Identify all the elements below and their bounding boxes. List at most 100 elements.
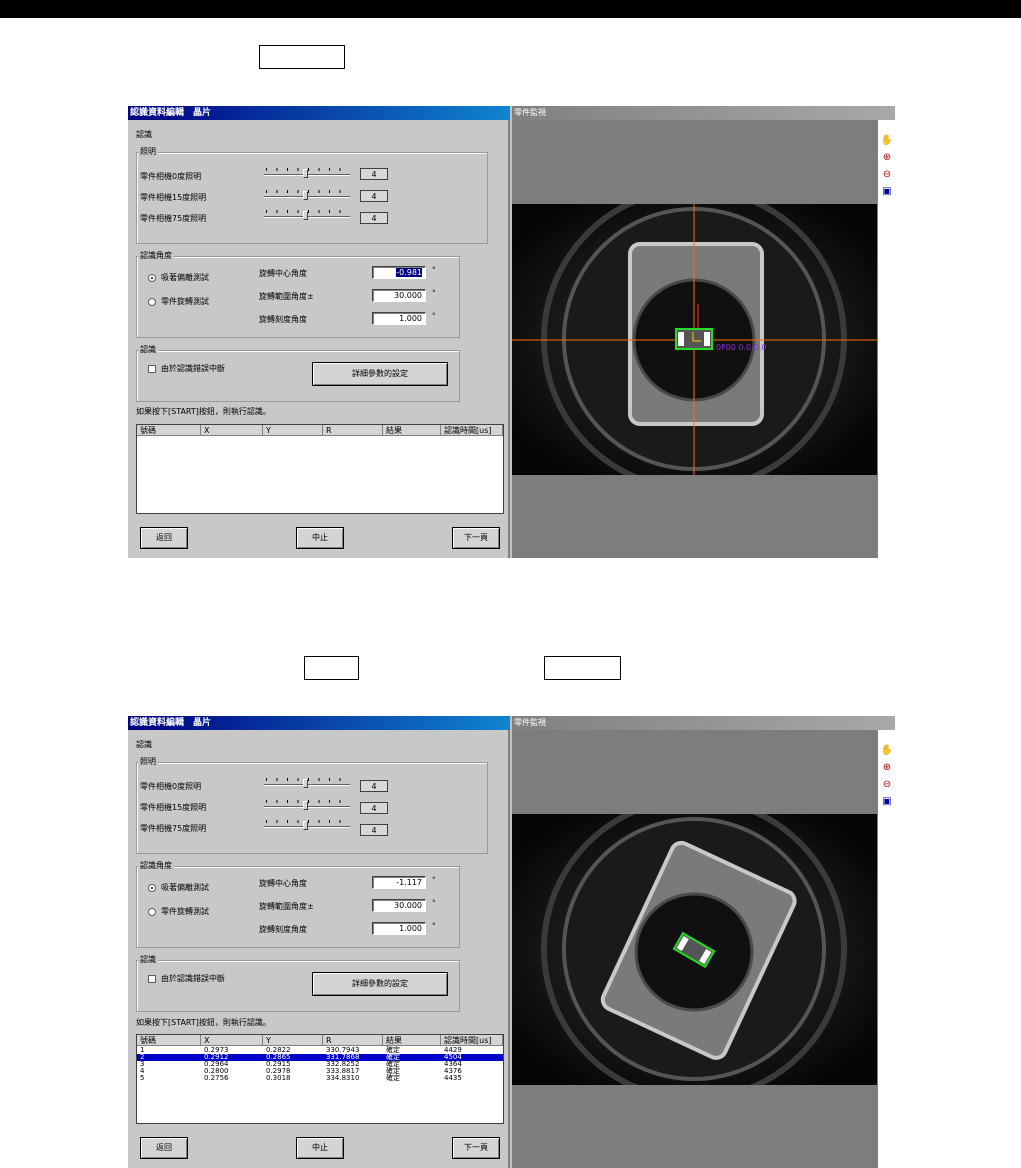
col-time[interactable]: 認識時間[us] [441, 425, 503, 436]
back-button[interactable]: 返回 [140, 527, 188, 549]
lighting-value: 4 [360, 824, 388, 836]
col-r[interactable]: R [323, 425, 383, 436]
stop-button[interactable]: 中止 [296, 527, 344, 549]
overlay-readout: 0F00 0.0 0.0 [716, 343, 767, 352]
back-button[interactable]: 返回 [140, 1137, 188, 1159]
start-hint: 如果按下[START]按鈕，則執行認識。 [136, 1018, 271, 1027]
rot-center-input[interactable]: -1.117 [372, 876, 426, 889]
lighting-slider[interactable] [264, 820, 350, 830]
zoom-in-icon[interactable]: ⊕ [880, 151, 894, 165]
lighting-label: 零件相機75度照明 [140, 824, 207, 833]
abort-on-error-checkbox[interactable] [148, 975, 156, 983]
lighting-slider[interactable] [264, 778, 350, 788]
rot-center-input[interactable]: -0.981 [372, 266, 426, 279]
recognition-edit-panel: 認識資料編輯 晶片 認識 照明 零件相機0度照明 4 零件相機15度照明 4 零… [128, 716, 510, 1168]
radio-rotate-test[interactable] [148, 298, 156, 306]
rot-range-input[interactable]: 30.000 [372, 899, 426, 912]
camera-image: 0F00 0.0 0.0 [512, 204, 877, 475]
lighting-label: 零件相機15度照明 [140, 803, 207, 812]
window-title: 認識資料編輯 晶片 [128, 716, 510, 730]
fit-window-icon[interactable]: ▣ [880, 185, 894, 199]
rot-step-input[interactable]: 1.000 [372, 922, 426, 935]
lighting-group-label: 照明 [138, 147, 158, 157]
view-title: 零件監視 [512, 106, 895, 120]
col-time[interactable]: 認識時間[us] [441, 1035, 503, 1046]
result-list[interactable]: 號碼 X Y R 結果 認識時間[us] [136, 424, 504, 514]
table-row[interactable]: 5 0.2756 0.3018 334.8310 確定 4435 [137, 1075, 503, 1082]
radio-rotate-test[interactable] [148, 908, 156, 916]
radio-pick-test-label: 吸著偏離測試 [161, 273, 209, 282]
col-number[interactable]: 號碼 [137, 425, 201, 436]
rot-center-label: 旋轉中心角度 [259, 879, 307, 888]
rot-center-label: 旋轉中心角度 [259, 269, 307, 278]
col-x[interactable]: X [201, 425, 263, 436]
slider-thumb[interactable] [303, 801, 308, 810]
result-list[interactable]: 號碼 X Y R 結果 認識時間[us] 1 0.2973 0.2822 330… [136, 1034, 504, 1124]
screenshot-recognition-after: 認識資料編輯 晶片 認識 照明 零件相機0度照明 4 零件相機15度照明 4 零… [128, 716, 895, 1168]
slider-thumb[interactable] [303, 169, 308, 178]
section-label: 認識 [136, 740, 152, 749]
rot-range-label: 旋轉範圍角度± [259, 292, 314, 301]
col-result[interactable]: 結果 [383, 425, 441, 436]
view-toolbar: ✋ ⊕ ⊖ ▣ [877, 120, 895, 558]
section-label: 認識 [136, 130, 152, 139]
next-page-button[interactable]: 下一頁 [452, 1137, 500, 1159]
detail-settings-button[interactable]: 詳細參數的設定 [312, 972, 448, 996]
hand-pan-icon[interactable]: ✋ [880, 744, 894, 758]
col-r[interactable]: R [323, 1035, 383, 1046]
rot-range-input[interactable]: 30.000 [372, 289, 426, 302]
col-result[interactable]: 結果 [383, 1035, 441, 1046]
recognition-group-label: 認識 [138, 345, 158, 355]
view-title: 零件監視 [512, 716, 895, 730]
lighting-value: 4 [360, 168, 388, 180]
hand-pan-icon[interactable]: ✋ [880, 134, 894, 148]
degree-mark: ° [432, 266, 436, 274]
degree-mark: ° [432, 922, 436, 930]
slider-thumb[interactable] [303, 191, 308, 200]
col-y[interactable]: Y [263, 425, 323, 436]
abort-on-error-checkbox[interactable] [148, 365, 156, 373]
col-number[interactable]: 號碼 [137, 1035, 201, 1046]
stop-button[interactable]: 中止 [296, 1137, 344, 1159]
slider-thumb[interactable] [303, 821, 308, 830]
col-y[interactable]: Y [263, 1035, 323, 1046]
fit-window-icon[interactable]: ▣ [880, 795, 894, 809]
detail-settings-button[interactable]: 詳細參數的設定 [312, 362, 448, 386]
lighting-slider[interactable] [264, 190, 350, 200]
radio-pick-test[interactable] [148, 274, 156, 282]
next-page-button[interactable]: 下一頁 [452, 527, 500, 549]
col-x[interactable]: X [201, 1035, 263, 1046]
zoom-out-icon[interactable]: ⊖ [880, 778, 894, 792]
window-title: 認識資料編輯 晶片 [128, 106, 510, 120]
lighting-value: 4 [360, 190, 388, 202]
radio-pick-test[interactable] [148, 884, 156, 892]
lighting-value: 4 [360, 802, 388, 814]
slider-thumb[interactable] [303, 211, 308, 220]
slider-thumb[interactable] [303, 779, 308, 788]
rot-step-label: 旋轉刻度角度 [259, 315, 307, 324]
zoom-in-icon[interactable]: ⊕ [880, 761, 894, 775]
abort-on-error-label: 由於認識錯誤中斷 [161, 974, 225, 983]
lighting-label: 零件相機0度照明 [140, 172, 202, 181]
part-monitor-view: 零件監視 ✋ ⊕ ⊖ ▣ [512, 106, 895, 558]
lighting-label: 零件相機75度照明 [140, 214, 207, 223]
part-monitor-view: 零件監視 ✋ ⊕ ⊖ ▣ [512, 716, 895, 1168]
lighting-slider[interactable] [264, 800, 350, 810]
rot-step-input[interactable]: 1.000 [372, 312, 426, 325]
key-placeholder-box [544, 656, 621, 680]
lighting-slider[interactable] [264, 210, 350, 220]
key-placeholder-box [304, 656, 359, 680]
cell-x: 0.2756 [204, 1074, 229, 1082]
lighting-value: 4 [360, 212, 388, 224]
recognition-group-label: 認識 [138, 955, 158, 965]
cell-y: 0.3018 [266, 1074, 291, 1082]
rot-step-label: 旋轉刻度角度 [259, 925, 307, 934]
radio-rotate-test-label: 零件旋轉測試 [161, 297, 209, 306]
radio-rotate-test-label: 零件旋轉測試 [161, 907, 209, 916]
degree-mark: ° [432, 876, 436, 884]
zoom-out-icon[interactable]: ⊖ [880, 168, 894, 182]
view-toolbar: ✋ ⊕ ⊖ ▣ [877, 730, 895, 1168]
key-placeholder-box [259, 45, 345, 69]
cell-time: 4435 [444, 1074, 462, 1082]
lighting-slider[interactable] [264, 168, 350, 178]
